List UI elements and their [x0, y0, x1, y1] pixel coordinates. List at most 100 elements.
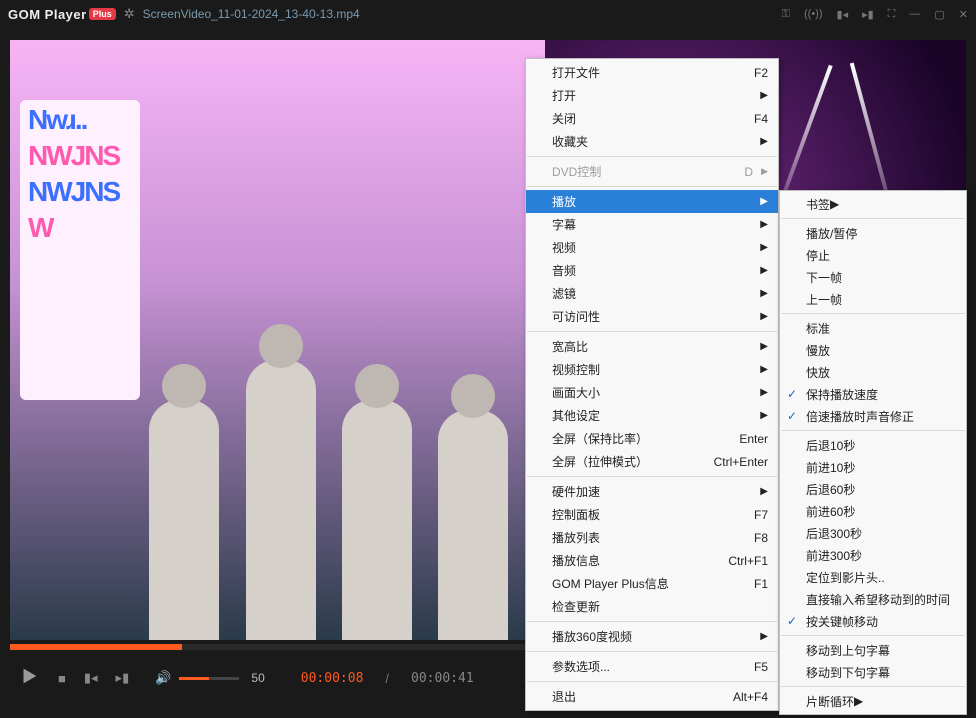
menu-accelerator: Ctrl+Enter — [714, 455, 768, 469]
menu-item[interactable]: 快放 — [780, 361, 966, 383]
next-button[interactable]: ▸▮ — [116, 670, 130, 686]
prev-button[interactable]: ▮◂ — [84, 670, 98, 686]
menu-item[interactable]: 可访问性▶ — [526, 305, 778, 328]
menu-item-label: 打开文件 — [552, 64, 600, 81]
menu-item-label: 收藏夹 — [552, 133, 588, 150]
menu-item[interactable]: 视频控制 ▶ — [526, 358, 778, 381]
menu-item-label: 打开 — [552, 87, 576, 104]
menu-item[interactable]: 播放列表F8 — [526, 526, 778, 549]
menu-item-label: 全屏（拉伸模式） — [552, 453, 648, 470]
chevron-right-icon: ▶ — [760, 90, 768, 101]
menu-item[interactable]: 按关键帧移动 — [780, 610, 966, 632]
chevron-right-icon: ▶ — [760, 364, 768, 375]
menu-item-label: 硬件加速 — [552, 483, 600, 500]
pip-prev-icon[interactable]: ▮◂ — [837, 8, 849, 21]
menu-item[interactable]: 移动到下句字幕 — [780, 661, 966, 683]
menu-item[interactable]: 前进60秒 — [780, 500, 966, 522]
menu-item[interactable]: 上一帧 — [780, 288, 966, 310]
menu-item[interactable]: 停止 — [780, 244, 966, 266]
play-button[interactable] — [18, 665, 40, 692]
menu-item[interactable]: 前进300秒 — [780, 544, 966, 566]
menu-item[interactable]: 后退60秒 — [780, 478, 966, 500]
time-separator: / — [385, 671, 389, 686]
menu-accelerator: F7 — [754, 508, 768, 522]
menu-item[interactable]: 全屏（保持比率）Enter — [526, 427, 778, 450]
menu-item[interactable]: 书签▶ — [780, 193, 966, 215]
menu-item-label: 画面大小 — [552, 384, 600, 401]
menu-item[interactable]: 播放▶ — [526, 190, 778, 213]
menu-item[interactable]: 收藏夹 ▶ — [526, 130, 778, 153]
menu-item[interactable]: 前进10秒 — [780, 456, 966, 478]
fullscreen-icon[interactable]: ⛶ — [888, 8, 896, 21]
menu-item-label: DVD控制 — [552, 163, 601, 180]
context-menu[interactable]: 打开文件F2打开▶关闭F4收藏夹▶DVD控制D▶播放▶字幕▶视频▶音频▶滤镜▶可… — [525, 58, 779, 711]
menu-item[interactable]: 倍速播放时声音修正 — [780, 405, 966, 427]
time-duration: 00:00:41 — [411, 671, 474, 686]
file-title: ScreenVideo_11-01-2024_13-40-13.mp4 — [143, 7, 360, 21]
menu-item[interactable]: 视频▶ — [526, 236, 778, 259]
menu-item[interactable]: 硬件加速 ▶ — [526, 480, 778, 503]
menu-item[interactable]: 片断循环▶ — [780, 690, 966, 712]
menu-item[interactable]: 打开文件 F2 — [526, 61, 778, 84]
volume-icon[interactable]: 🔊 — [155, 670, 171, 686]
menu-item[interactable]: 下一帧 — [780, 266, 966, 288]
menu-item[interactable]: 标准 — [780, 317, 966, 339]
menu-item[interactable]: 退出Alt+F4 — [526, 685, 778, 708]
menu-item-label: 视频 — [552, 239, 576, 256]
menu-item[interactable]: 后退300秒 — [780, 522, 966, 544]
menu-item-label: 前进10秒 — [806, 459, 855, 476]
menu-item[interactable]: GOM Player Plus信息F1 — [526, 572, 778, 595]
chevron-right-icon: ▶ — [760, 486, 768, 497]
time-current: 00:00:08 — [301, 671, 364, 686]
menu-item[interactable]: 其他设定▶ — [526, 404, 778, 427]
app-name: GOM Player — [8, 7, 87, 22]
menu-item-label: 播放信息 — [552, 552, 600, 569]
gear-icon[interactable]: ✲ — [124, 6, 135, 22]
menu-item-label: 字幕 — [552, 216, 576, 233]
menu-item-label: 下一帧 — [806, 269, 842, 286]
titlebar-actions: ⚿ ((•)) ▮◂ ▸▮ ⛶ — ▢ ✕ — [782, 8, 968, 21]
menu-item-label: 视频控制 — [552, 361, 600, 378]
menu-item[interactable]: 音频▶ — [526, 259, 778, 282]
stop-button[interactable]: ■ — [58, 671, 66, 686]
menu-item[interactable]: 字幕▶ — [526, 213, 778, 236]
menu-item-label: 直接输入希望移动到的时间 — [806, 591, 950, 608]
menu-item-label: 后退60秒 — [806, 481, 855, 498]
menu-item[interactable]: 直接输入希望移动到的时间 — [780, 588, 966, 610]
menu-item[interactable]: 参数选项...F5 — [526, 655, 778, 678]
title-bar: GOM Player Plus ✲ ScreenVideo_11-01-2024… — [0, 0, 976, 28]
menu-item[interactable]: 慢放 — [780, 339, 966, 361]
menu-accelerator: F1 — [754, 577, 768, 591]
menu-item[interactable]: 宽高比▶ — [526, 335, 778, 358]
menu-item-label: 快放 — [806, 364, 830, 381]
menu-item[interactable]: 打开 ▶ — [526, 84, 778, 107]
menu-accelerator: F5 — [754, 660, 768, 674]
menu-item[interactable]: 控制面板F7 — [526, 503, 778, 526]
chevron-right-icon: ▶ — [760, 265, 768, 276]
volume-value: 50 — [251, 671, 264, 685]
key-icon[interactable]: ⚿ — [782, 8, 790, 21]
menu-accelerator: F2 — [754, 66, 768, 80]
playback-submenu[interactable]: 书签▶ 播放/暂停停止下一帧上一帧标准慢放快放保持播放速度倍速播放时声音修正后退1… — [779, 190, 967, 715]
volume-slider[interactable] — [179, 677, 239, 680]
menu-item[interactable]: 关闭F4 — [526, 107, 778, 130]
menu-item[interactable]: 滤镜▶ — [526, 282, 778, 305]
cast-icon[interactable]: ((•)) — [804, 8, 823, 20]
menu-item[interactable]: 后退10秒 — [780, 434, 966, 456]
maximize-icon[interactable]: ▢ — [934, 8, 944, 21]
menu-item[interactable]: 画面大小▶ — [526, 381, 778, 404]
close-icon[interactable]: ✕ — [959, 8, 968, 21]
pip-next-icon[interactable]: ▸▮ — [862, 8, 874, 21]
menu-item-label: 其他设定 — [552, 407, 600, 424]
menu-item[interactable]: 定位到影片头.. — [780, 566, 966, 588]
menu-item[interactable]: 检查更新 — [526, 595, 778, 618]
menu-item[interactable]: 播放360度视频▶ — [526, 625, 778, 648]
minimize-icon[interactable]: — — [909, 8, 920, 20]
menu-item[interactable]: 播放/暂停 — [780, 222, 966, 244]
menu-item[interactable]: 移动到上句字幕 — [780, 639, 966, 661]
menu-item[interactable]: 保持播放速度 — [780, 383, 966, 405]
menu-item-label: 定位到影片头.. — [806, 569, 885, 586]
chevron-right-icon: ▶ — [760, 136, 768, 147]
menu-item[interactable]: 播放信息Ctrl+F1 — [526, 549, 778, 572]
menu-item[interactable]: 全屏（拉伸模式） Ctrl+Enter — [526, 450, 778, 473]
